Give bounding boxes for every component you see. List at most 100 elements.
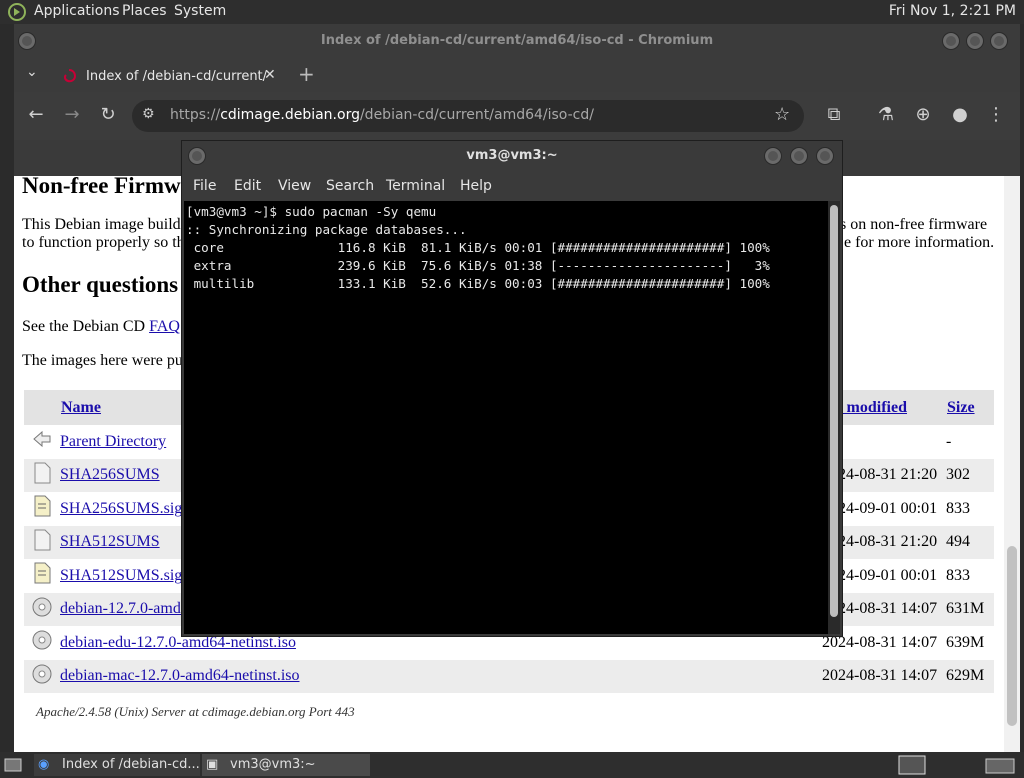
- close-icon[interactable]: [990, 32, 1008, 50]
- para-nonfree-line2-end: e for more information.: [844, 234, 995, 251]
- page-scroll-thumb[interactable]: [1007, 546, 1017, 726]
- file-modified: 2024-08-31 14:07: [822, 659, 946, 693]
- table-row: debian-mac-12.7.0-amd64-netinst.iso 2024-…: [24, 659, 994, 693]
- para-nonfree-line1-end: s on non-free firmware: [840, 216, 988, 233]
- terminal-line: core 116.8 KiB 81.1 KiB/s 00:01 [#######…: [186, 240, 770, 255]
- terminal-menu-view[interactable]: View: [278, 178, 311, 194]
- debian-favicon-icon: [63, 69, 76, 83]
- tab-title: Index of /debian-cd/current/: [86, 69, 268, 84]
- text-file-icon: [24, 458, 60, 492]
- browser-titlebar[interactable]: Index of /debian-cd/current/amd64/iso-cd…: [14, 24, 1020, 58]
- server-footer: Apache/2.4.58 (Unix) Server at cdimage.d…: [36, 704, 355, 719]
- column-size[interactable]: Size: [947, 399, 975, 416]
- file-link[interactable]: SHA512SUMS: [60, 533, 160, 550]
- extensions-icon[interactable]: ⧉: [822, 104, 846, 125]
- signature-file-icon: [24, 559, 60, 593]
- workspace-switcher-icon[interactable]: [898, 755, 926, 775]
- tab-close-icon[interactable]: ✕: [264, 67, 276, 83]
- file-link[interactable]: debian-edu-12.7.0-amd64-netinst.iso: [60, 634, 296, 651]
- file-size: 631M: [946, 592, 994, 626]
- terminal-title: vm3@vm3:~: [466, 148, 558, 163]
- disc-icon: [24, 659, 60, 693]
- taskbar-item-chromium[interactable]: ◉ Index of /debian-cd...: [34, 754, 200, 776]
- file-size: 302: [946, 458, 994, 492]
- taskbar-item-terminal[interactable]: ▣ vm3@vm3:~: [202, 754, 370, 776]
- faq-link[interactable]: FAQ: [149, 318, 180, 335]
- window-title: Index of /debian-cd/current/amd64/iso-cd…: [320, 33, 714, 48]
- menu-places[interactable]: Places: [122, 3, 167, 19]
- reload-icon[interactable]: ↻: [96, 104, 120, 125]
- terminal-menu-edit[interactable]: Edit: [234, 178, 261, 194]
- trash-icon[interactable]: [982, 755, 1018, 775]
- file-size: 639M: [946, 626, 994, 660]
- window-menu-icon[interactable]: [18, 32, 36, 50]
- terminal-output[interactable]: [vm3@vm3 ~]$ sudo pacman -Sy qemu:: Sync…: [184, 201, 828, 634]
- heading-nonfree: Non-free Firmw: [22, 176, 181, 198]
- terminal-scroll-thumb[interactable]: [830, 205, 838, 617]
- text-file-icon: [24, 525, 60, 559]
- file-link[interactable]: SHA512SUMS.sign: [60, 567, 190, 584]
- file-size: 629M: [946, 659, 994, 693]
- file-size: 833: [946, 492, 994, 526]
- bottom-taskbar: ◉ Index of /debian-cd... ▣ vm3@vm3:~: [0, 752, 1024, 778]
- file-size: -: [946, 425, 994, 459]
- minimize-icon[interactable]: [942, 32, 960, 50]
- file-link[interactable]: SHA256SUMS.sign: [60, 500, 190, 517]
- tab-strip: ⌄ Index of /debian-cd/current/ ✕ +: [14, 58, 1020, 92]
- back-icon: [24, 425, 60, 459]
- terminal-window-menu-icon[interactable]: [188, 147, 206, 165]
- signature-file-icon: [24, 492, 60, 526]
- bookmark-star-icon[interactable]: ☆: [774, 104, 790, 125]
- disc-icon: [24, 626, 60, 660]
- menu-system[interactable]: System: [174, 3, 226, 19]
- terminal-menu-terminal[interactable]: Terminal: [386, 178, 445, 194]
- terminal-menu-search[interactable]: Search: [326, 178, 374, 194]
- address-bar[interactable]: ⚙ https://cdimage.debian.org/debian-cd/c…: [132, 100, 804, 132]
- url-text: https://cdimage.debian.org/debian-cd/cur…: [170, 107, 594, 123]
- para-faq: See the Debian CD FAQ: [22, 318, 180, 335]
- terminal-line: :: Synchronizing package databases...: [186, 222, 467, 237]
- terminal-menu-help[interactable]: Help: [460, 178, 492, 194]
- kebab-menu-icon[interactable]: ⋮: [984, 104, 1008, 125]
- forward-icon[interactable]: →: [60, 104, 84, 125]
- file-link[interactable]: Parent Directory: [60, 433, 166, 450]
- terminal-icon: ▣: [206, 757, 219, 772]
- terminal-titlebar[interactable]: vm3@vm3:~: [182, 141, 842, 171]
- download-icon[interactable]: ⊕: [911, 104, 935, 125]
- tab-list-chevron-icon[interactable]: ⌄: [26, 64, 38, 80]
- taskbar-item-label: vm3@vm3:~: [230, 757, 316, 772]
- back-icon[interactable]: ←: [24, 104, 48, 125]
- site-info-icon[interactable]: ⚙: [142, 106, 155, 122]
- column-name[interactable]: Name: [61, 399, 101, 416]
- top-panel: Applications Places System Fri Nov 1, 2:…: [0, 0, 1024, 24]
- taskbar-item-label: Index of /debian-cd...: [62, 757, 200, 772]
- terminal-line: extra 239.6 KiB 75.6 KiB/s 01:38 [------…: [186, 258, 770, 273]
- terminal-line: multilib 133.1 KiB 52.6 KiB/s 00:03 [###…: [186, 276, 770, 291]
- para-images: The images here were pu: [22, 352, 183, 369]
- terminal-minimize-icon[interactable]: [764, 147, 782, 165]
- file-link[interactable]: SHA256SUMS: [60, 466, 160, 483]
- file-size: 833: [946, 559, 994, 593]
- maximize-icon[interactable]: [966, 32, 984, 50]
- profile-avatar-icon[interactable]: ●: [948, 104, 972, 125]
- show-desktop-icon[interactable]: [4, 756, 22, 774]
- menu-applications[interactable]: Applications: [34, 3, 120, 19]
- heading-other-questions: Other questions: [22, 272, 179, 297]
- para-nonfree-line2: to function properly so th: [22, 234, 185, 251]
- terminal-window: vm3@vm3:~ File Edit View Search Terminal…: [182, 141, 842, 636]
- file-size: 494: [946, 525, 994, 559]
- terminal-maximize-icon[interactable]: [790, 147, 808, 165]
- browser-toolbar: ← → ↻ ⚙ https://cdimage.debian.org/debia…: [14, 92, 1020, 140]
- gnome-foot-icon[interactable]: [8, 3, 26, 21]
- chromium-icon: ◉: [38, 757, 50, 772]
- terminal-close-icon[interactable]: [816, 147, 834, 165]
- clock[interactable]: Fri Nov 1, 2:21 PM: [889, 3, 1016, 19]
- labs-flask-icon[interactable]: ⚗: [874, 104, 898, 125]
- terminal-menu-file[interactable]: File: [193, 178, 216, 194]
- tab-debian-index[interactable]: Index of /debian-cd/current/ ✕: [52, 62, 282, 92]
- disc-icon: [24, 592, 60, 626]
- file-link[interactable]: debian-mac-12.7.0-amd64-netinst.iso: [60, 667, 300, 684]
- new-tab-icon[interactable]: +: [298, 62, 315, 86]
- terminal-line: [vm3@vm3 ~]$ sudo pacman -Sy qemu: [186, 204, 437, 219]
- terminal-menubar: File Edit View Search Terminal Help: [182, 171, 842, 201]
